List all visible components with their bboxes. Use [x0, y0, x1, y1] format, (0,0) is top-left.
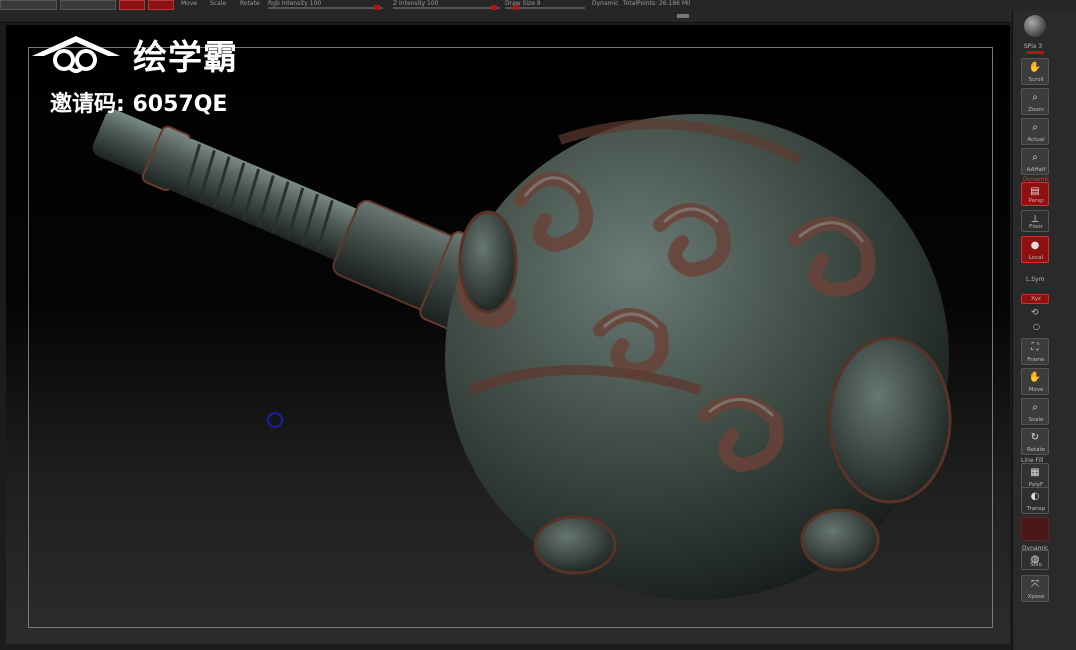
brand-logo-icon: [32, 36, 120, 73]
spix-slider[interactable]: [1026, 51, 1044, 54]
lsym-button[interactable]: L.Sym: [1026, 276, 1044, 283]
xpose-button[interactable]: ⤧ Xpose: [1021, 575, 1049, 602]
mace-knob: [533, 515, 617, 575]
grid-icon: ▦: [1030, 467, 1040, 478]
xpose-icon: ⤧: [1031, 579, 1039, 590]
magnifier-icon: ⌕: [1032, 152, 1038, 163]
rotate-axis-icon[interactable]: ○: [1033, 322, 1040, 331]
local-icon: ●: [1030, 240, 1040, 251]
frame-icon: ⛶: [1031, 342, 1039, 353]
magnifier-icon: ⌕: [1032, 122, 1038, 133]
floor-button[interactable]: ⊥ Floor: [1021, 210, 1049, 232]
scroll-button[interactable]: ✋ Scroll: [1021, 58, 1049, 85]
mace-knob: [828, 336, 952, 504]
persp-button[interactable]: ▤ Persp: [1021, 182, 1049, 206]
mace-handle: [92, 109, 500, 335]
aahalf-button[interactable]: ⌕ AAHalf: [1021, 148, 1049, 175]
frame-button[interactable]: ⛶ Frame: [1021, 338, 1049, 365]
solo-button[interactable]: ◍ Solo: [1021, 550, 1049, 570]
actual-button[interactable]: ⌕ Actual: [1021, 118, 1049, 145]
local-button[interactable]: ● Local: [1021, 236, 1049, 263]
spix-label[interactable]: SPix 3: [1024, 43, 1042, 50]
zoom-button[interactable]: ⌕ Zoom: [1021, 88, 1049, 115]
mace-knob: [800, 508, 880, 572]
rotate-axis-icon[interactable]: ⟲: [1031, 308, 1039, 318]
invite-code-text: 邀请码: 6057QE: [50, 92, 228, 117]
mace-knob: [458, 210, 518, 314]
xyz-button[interactable]: Xyz: [1021, 294, 1049, 304]
transparency-icon: ◐: [1030, 491, 1040, 502]
hand-icon: ✋: [1028, 62, 1042, 73]
ghost-button[interactable]: [1021, 517, 1049, 541]
brand-name: 绘学霸: [133, 38, 238, 78]
transp-button[interactable]: ◐ Transp: [1021, 487, 1049, 514]
polyf-button[interactable]: ▦ PolyF: [1021, 463, 1049, 490]
rotate-button[interactable]: ↻ Rotate: [1021, 428, 1049, 455]
material-sphere-icon[interactable]: [1024, 15, 1046, 37]
magnifier-icon: ⌕: [1032, 92, 1038, 103]
grid-icon: ▤: [1030, 186, 1040, 197]
rotate-icon: ↻: [1030, 432, 1040, 443]
magnifier-icon: ⌕: [1032, 402, 1038, 413]
brush-cursor: [267, 412, 283, 428]
hand-icon: ✋: [1028, 372, 1042, 383]
scale-button[interactable]: ⌕ Scale: [1021, 398, 1049, 425]
move-button[interactable]: ✋ Move: [1021, 368, 1049, 395]
